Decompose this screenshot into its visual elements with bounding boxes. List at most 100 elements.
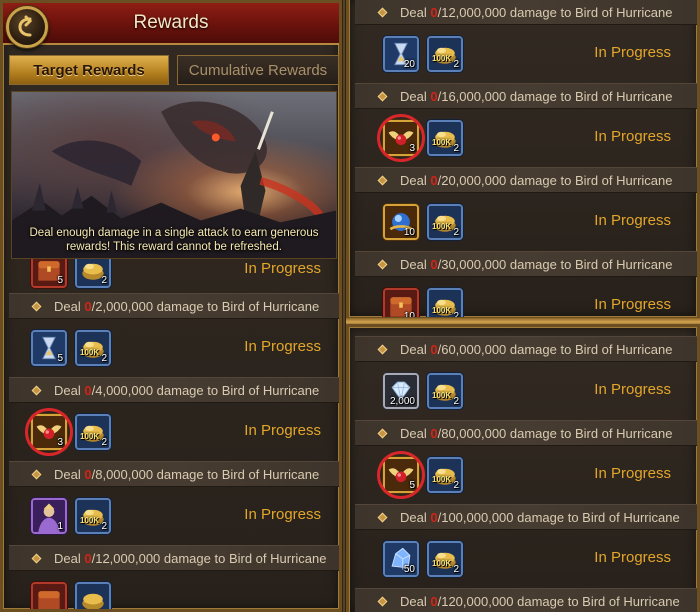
requirement-text: /60,000,000 damage to Bird of Hurricane bbox=[437, 341, 673, 357]
requirement-row: Deal 0/2,000,000 damage to Bird of Hurri… bbox=[9, 293, 339, 319]
requirement-row: Deal 0/100,000,000 damage to Bird of Hur… bbox=[355, 504, 697, 530]
rewards-list-panel-lower: Deal 0/60,000,000 damage to Bird of Hurr… bbox=[346, 324, 700, 612]
bullet-diamond-icon bbox=[377, 259, 388, 269]
item-badge: 100K bbox=[432, 222, 452, 231]
item-quantity: 2 bbox=[101, 275, 107, 286]
reward-list[interactable]: Deal 0/60,000,000 damage to Bird of Hurr… bbox=[355, 336, 697, 612]
progress-value: 0 bbox=[430, 256, 438, 272]
requirement-row: Deal 0/12,000,000 damage to Bird of Hurr… bbox=[9, 545, 339, 571]
status-label: In Progress bbox=[594, 465, 671, 482]
gold-coins-icon bbox=[75, 582, 111, 609]
gold-coins-icon: 100K 2 bbox=[75, 414, 111, 450]
status-label: In Progress bbox=[244, 422, 321, 439]
item-quantity: 10 bbox=[403, 227, 415, 238]
bullet-diamond-icon bbox=[377, 596, 388, 606]
item-badge: 100K bbox=[432, 306, 452, 315]
tab-cumulative-rewards[interactable]: Cumulative Rewards bbox=[177, 55, 339, 85]
bullet-diamond-icon bbox=[377, 512, 388, 522]
item-quantity: 5 bbox=[57, 275, 63, 286]
item-badge: 100K bbox=[80, 348, 100, 357]
bullet-diamond-icon bbox=[377, 428, 388, 438]
crystal-ore-icon: 50 bbox=[383, 541, 419, 577]
progress-value: 0 bbox=[430, 509, 438, 525]
item-quantity: 2 bbox=[453, 396, 459, 407]
banner-caption: Deal enough damage in a single attack to… bbox=[29, 227, 319, 253]
status-label: In Progress bbox=[594, 549, 671, 566]
requirement-deal-word: Deal bbox=[400, 256, 427, 272]
item-quantity: 2 bbox=[453, 564, 459, 575]
highlight-circle bbox=[377, 451, 425, 499]
requirement-text: /120,000,000 damage to Bird of Hurricane bbox=[437, 593, 680, 609]
status-label: In Progress bbox=[594, 212, 671, 229]
event-banner: Deal enough damage in a single attack to… bbox=[11, 91, 337, 259]
bullet-diamond-icon bbox=[377, 175, 388, 185]
bullet-diamond-icon bbox=[31, 385, 42, 395]
gold-coins-icon: 2 bbox=[75, 259, 111, 288]
requirement-deal-word: Deal bbox=[400, 172, 427, 188]
requirement-text: /100,000,000 damage to Bird of Hurricane bbox=[437, 509, 680, 525]
progress-value: 0 bbox=[430, 172, 438, 188]
requirement-row: Deal 0/16,000,000 damage to Bird of Hurr… bbox=[355, 83, 697, 109]
requirement-deal-word: Deal bbox=[400, 425, 427, 441]
hero-portrait-icon: 1 bbox=[31, 498, 67, 534]
requirement-row: Deal 0/60,000,000 damage to Bird of Hurr… bbox=[355, 336, 697, 362]
requirement-row: Deal 0/80,000,000 damage to Bird of Hurr… bbox=[355, 420, 697, 446]
item-quantity: 2 bbox=[453, 143, 459, 154]
status-label: In Progress bbox=[244, 338, 321, 355]
progress-value: 0 bbox=[430, 593, 438, 609]
status-label: In Progress bbox=[594, 296, 671, 313]
tab-bar: Target Rewards Cumulative Rewards bbox=[9, 55, 339, 85]
reward-row: 10 100K 2 In Progress bbox=[355, 277, 697, 317]
requirement-deal-word: Deal bbox=[54, 466, 81, 482]
requirement-deal-word: Deal bbox=[54, 382, 81, 398]
reward-row: 2,000 100K 2 In Progress bbox=[355, 362, 697, 420]
reward-row: 5 100K 2 In Progress bbox=[355, 446, 697, 504]
requirement-row: Deal 0/8,000,000 damage to Bird of Hurri… bbox=[9, 461, 339, 487]
gold-coins-icon: 100K 2 bbox=[427, 288, 463, 317]
requirement-text: /4,000,000 damage to Bird of Hurricane bbox=[91, 382, 320, 398]
treasure-chest-icon bbox=[31, 582, 67, 609]
reward-row: 5 100K 2 In Progress bbox=[9, 319, 339, 377]
reward-list[interactable]: Deal 0/12,000,000 damage to Bird of Hurr… bbox=[355, 0, 697, 317]
back-button[interactable] bbox=[6, 6, 48, 48]
back-arrow-icon bbox=[18, 15, 33, 37]
status-label: In Progress bbox=[594, 44, 671, 61]
gold-coins-icon: 100K 2 bbox=[427, 457, 463, 493]
gold-coins-icon: 100K 2 bbox=[427, 36, 463, 72]
treasure-chest-icon: 10 bbox=[383, 288, 419, 317]
gold-coins-icon: 100K 2 bbox=[427, 541, 463, 577]
item-badge: 100K bbox=[432, 138, 452, 147]
bullet-diamond-icon bbox=[31, 469, 42, 479]
progress-value: 0 bbox=[430, 4, 438, 20]
item-badge: 100K bbox=[432, 54, 452, 63]
tab-target-rewards[interactable]: Target Rewards bbox=[9, 55, 169, 85]
rewards-list-panel-upper: Deal 0/12,000,000 damage to Bird of Hurr… bbox=[346, 0, 700, 320]
item-badge: 100K bbox=[80, 516, 100, 525]
highlight-circle bbox=[377, 114, 425, 162]
requirement-text: /80,000,000 damage to Bird of Hurricane bbox=[437, 425, 673, 441]
reward-row: 1 100K 2 In Progress bbox=[9, 487, 339, 545]
bullet-diamond-icon bbox=[377, 344, 388, 354]
item-quantity: 2 bbox=[101, 521, 107, 532]
item-quantity: 2 bbox=[101, 353, 107, 364]
diamond-icon: 2,000 bbox=[383, 373, 419, 409]
hourglass-icon: 20 bbox=[383, 36, 419, 72]
item-quantity: 2 bbox=[453, 480, 459, 491]
item-quantity: 2,000 bbox=[389, 396, 415, 407]
item-quantity: 2 bbox=[453, 227, 459, 238]
bullet-diamond-icon bbox=[377, 91, 388, 101]
item-badge: 100K bbox=[80, 432, 100, 441]
requirement-text: /16,000,000 damage to Bird of Hurricane bbox=[437, 88, 673, 104]
item-quantity: 20 bbox=[403, 59, 415, 70]
reward-row: 50 100K 2 In Progress bbox=[355, 530, 697, 588]
requirement-text: /8,000,000 damage to Bird of Hurricane bbox=[91, 466, 320, 482]
hourglass-icon: 5 bbox=[31, 330, 67, 366]
requirement-row: Deal 0/120,000,000 damage to Bird of Hur… bbox=[355, 588, 697, 612]
page-title: Rewards bbox=[133, 12, 209, 33]
progress-value: 0 bbox=[430, 425, 438, 441]
status-label: In Progress bbox=[594, 128, 671, 145]
reward-list[interactable]: 5 2 In Progress Deal 0/2,000,000 damage … bbox=[9, 259, 339, 609]
item-quantity: 1 bbox=[57, 521, 63, 532]
item-badge: 100K bbox=[432, 391, 452, 400]
requirement-row: Deal 0/20,000,000 damage to Bird of Hurr… bbox=[355, 167, 697, 193]
